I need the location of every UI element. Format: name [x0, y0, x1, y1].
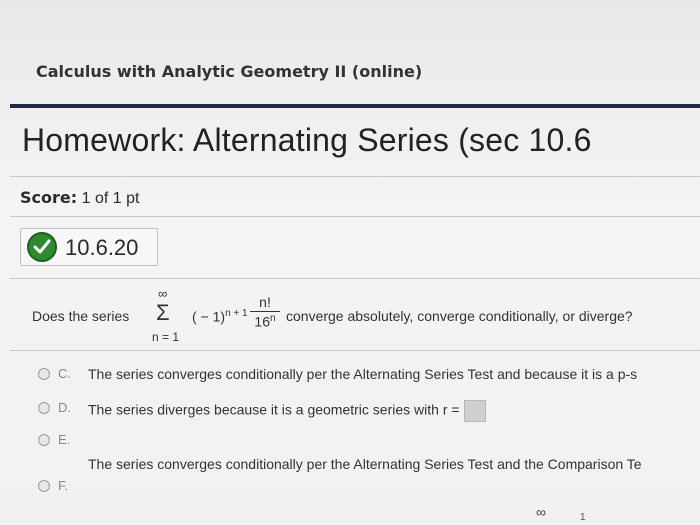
fraction: n! 16n [250, 294, 280, 330]
choice-text: The series converges conditionally per t… [88, 456, 642, 472]
score: Score: 1 of 1 pt [20, 188, 139, 208]
divider [10, 176, 700, 177]
divider [10, 350, 700, 351]
problem-number: 10.6.20 [65, 235, 139, 260]
choice-text-content: The series diverges because it is a geom… [88, 401, 460, 418]
choice-letter: E. [58, 432, 71, 447]
choice-letter: D. [58, 400, 71, 415]
homework-title: Homework: Alternating Series (sec 10.6 [22, 122, 592, 158]
problem-badge[interactable]: 10.6.20 [20, 228, 158, 266]
term-exponent: n + 1 [225, 308, 248, 319]
sum-upper-limit: ∞ [158, 286, 168, 301]
choice-text: The series converges conditionally per t… [88, 366, 638, 382]
radio-button[interactable] [38, 402, 50, 414]
fraction-denominator: 16n [250, 312, 280, 330]
sigma-symbol: Σ [156, 300, 170, 325]
score-label: Score: [20, 188, 78, 207]
series-term: ( − 1)n + 1 [192, 308, 248, 325]
score-value: 1 of 1 pt [81, 190, 140, 207]
denominator-exponent: n [270, 313, 276, 324]
radio-button[interactable] [38, 480, 50, 492]
partial-number: 1 [580, 512, 586, 523]
radio-button[interactable] [38, 434, 50, 446]
divider [10, 278, 700, 279]
radio-button[interactable] [38, 368, 50, 380]
question-prefix: Does the series [32, 308, 130, 324]
denominator-base: 16 [254, 313, 270, 330]
header-rule [10, 104, 700, 108]
check-circle-icon [27, 232, 57, 262]
answer-blank-box [463, 400, 486, 422]
course-title: Calculus with Analytic Geometry II (onli… [36, 62, 423, 81]
partial-infinity-symbol: ∞ [536, 504, 546, 520]
term-base: ( − 1) [192, 308, 226, 325]
summation: ∞ Σ n = 1 [152, 286, 182, 346]
question-suffix: converge absolutely, converge conditiona… [286, 308, 633, 324]
choice-letter: C. [58, 366, 71, 381]
choice-text: The series diverges because it is a geom… [88, 400, 486, 422]
choice-letter: F. [58, 478, 69, 493]
fraction-numerator: n! [250, 294, 280, 312]
question: Does the series ∞ Σ n = 1 ( − 1)n + 1 n!… [32, 286, 700, 346]
divider [10, 216, 700, 217]
screen: Calculus with Analytic Geometry II (onli… [0, 0, 700, 525]
sum-lower-limit: n = 1 [152, 330, 180, 344]
